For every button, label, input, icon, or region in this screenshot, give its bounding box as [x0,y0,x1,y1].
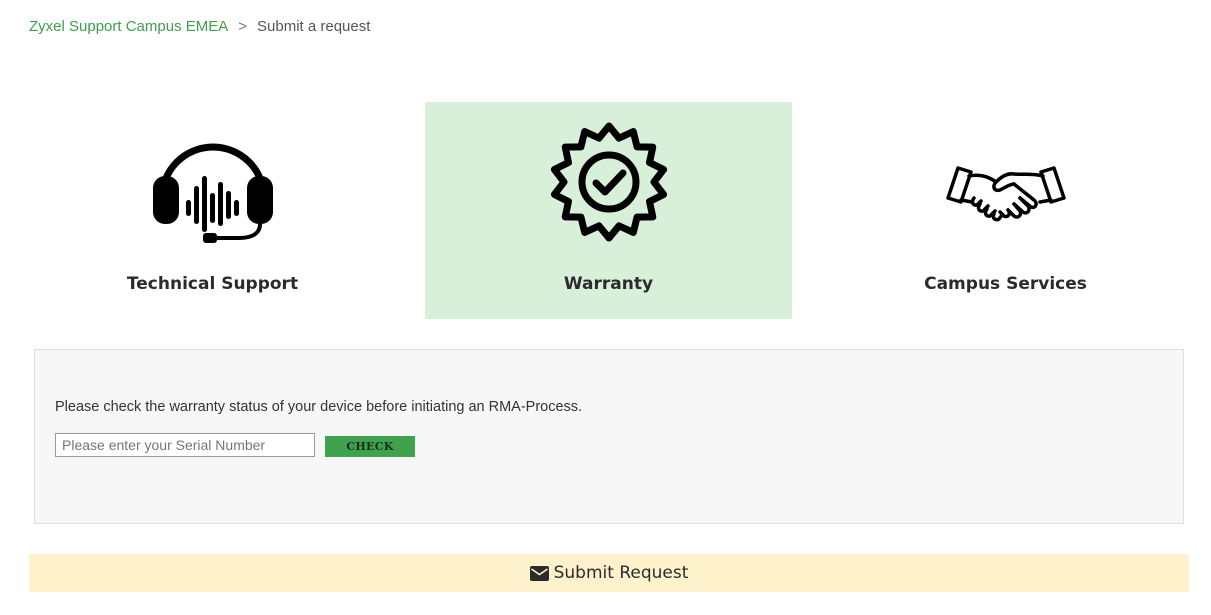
request-type-tiles: Technical Support Warranty Campus Servic… [29,102,1189,319]
submit-request-button[interactable]: Submit Request [29,554,1189,592]
warranty-check-panel: Please check the warranty status of your… [34,349,1184,524]
tile-label: Technical Support [126,274,299,294]
breadcrumb: Zyxel Support Campus EMEA > Submit a req… [29,17,370,37]
breadcrumb-current: Submit a request [257,18,371,35]
tile-technical-support[interactable]: Technical Support [29,102,396,319]
breadcrumb-separator: > [238,18,248,35]
envelope-icon [529,566,549,581]
handshake-icon [945,166,1066,222]
warranty-prompt: Please check the warranty status of your… [55,399,583,415]
check-button[interactable]: CHECK [325,436,415,457]
headset-icon [152,143,273,243]
tile-label: Warranty [563,274,654,294]
breadcrumb-home-link[interactable]: Zyxel Support Campus EMEA [29,17,228,37]
tile-campus-services[interactable]: Campus Services [822,102,1189,319]
serial-number-input[interactable] [55,433,315,457]
submit-request-label: Submit Request [553,563,689,583]
warranty-badge-icon [550,122,667,242]
tile-warranty[interactable]: Warranty [425,102,792,319]
tile-label: Campus Services [924,274,1087,294]
